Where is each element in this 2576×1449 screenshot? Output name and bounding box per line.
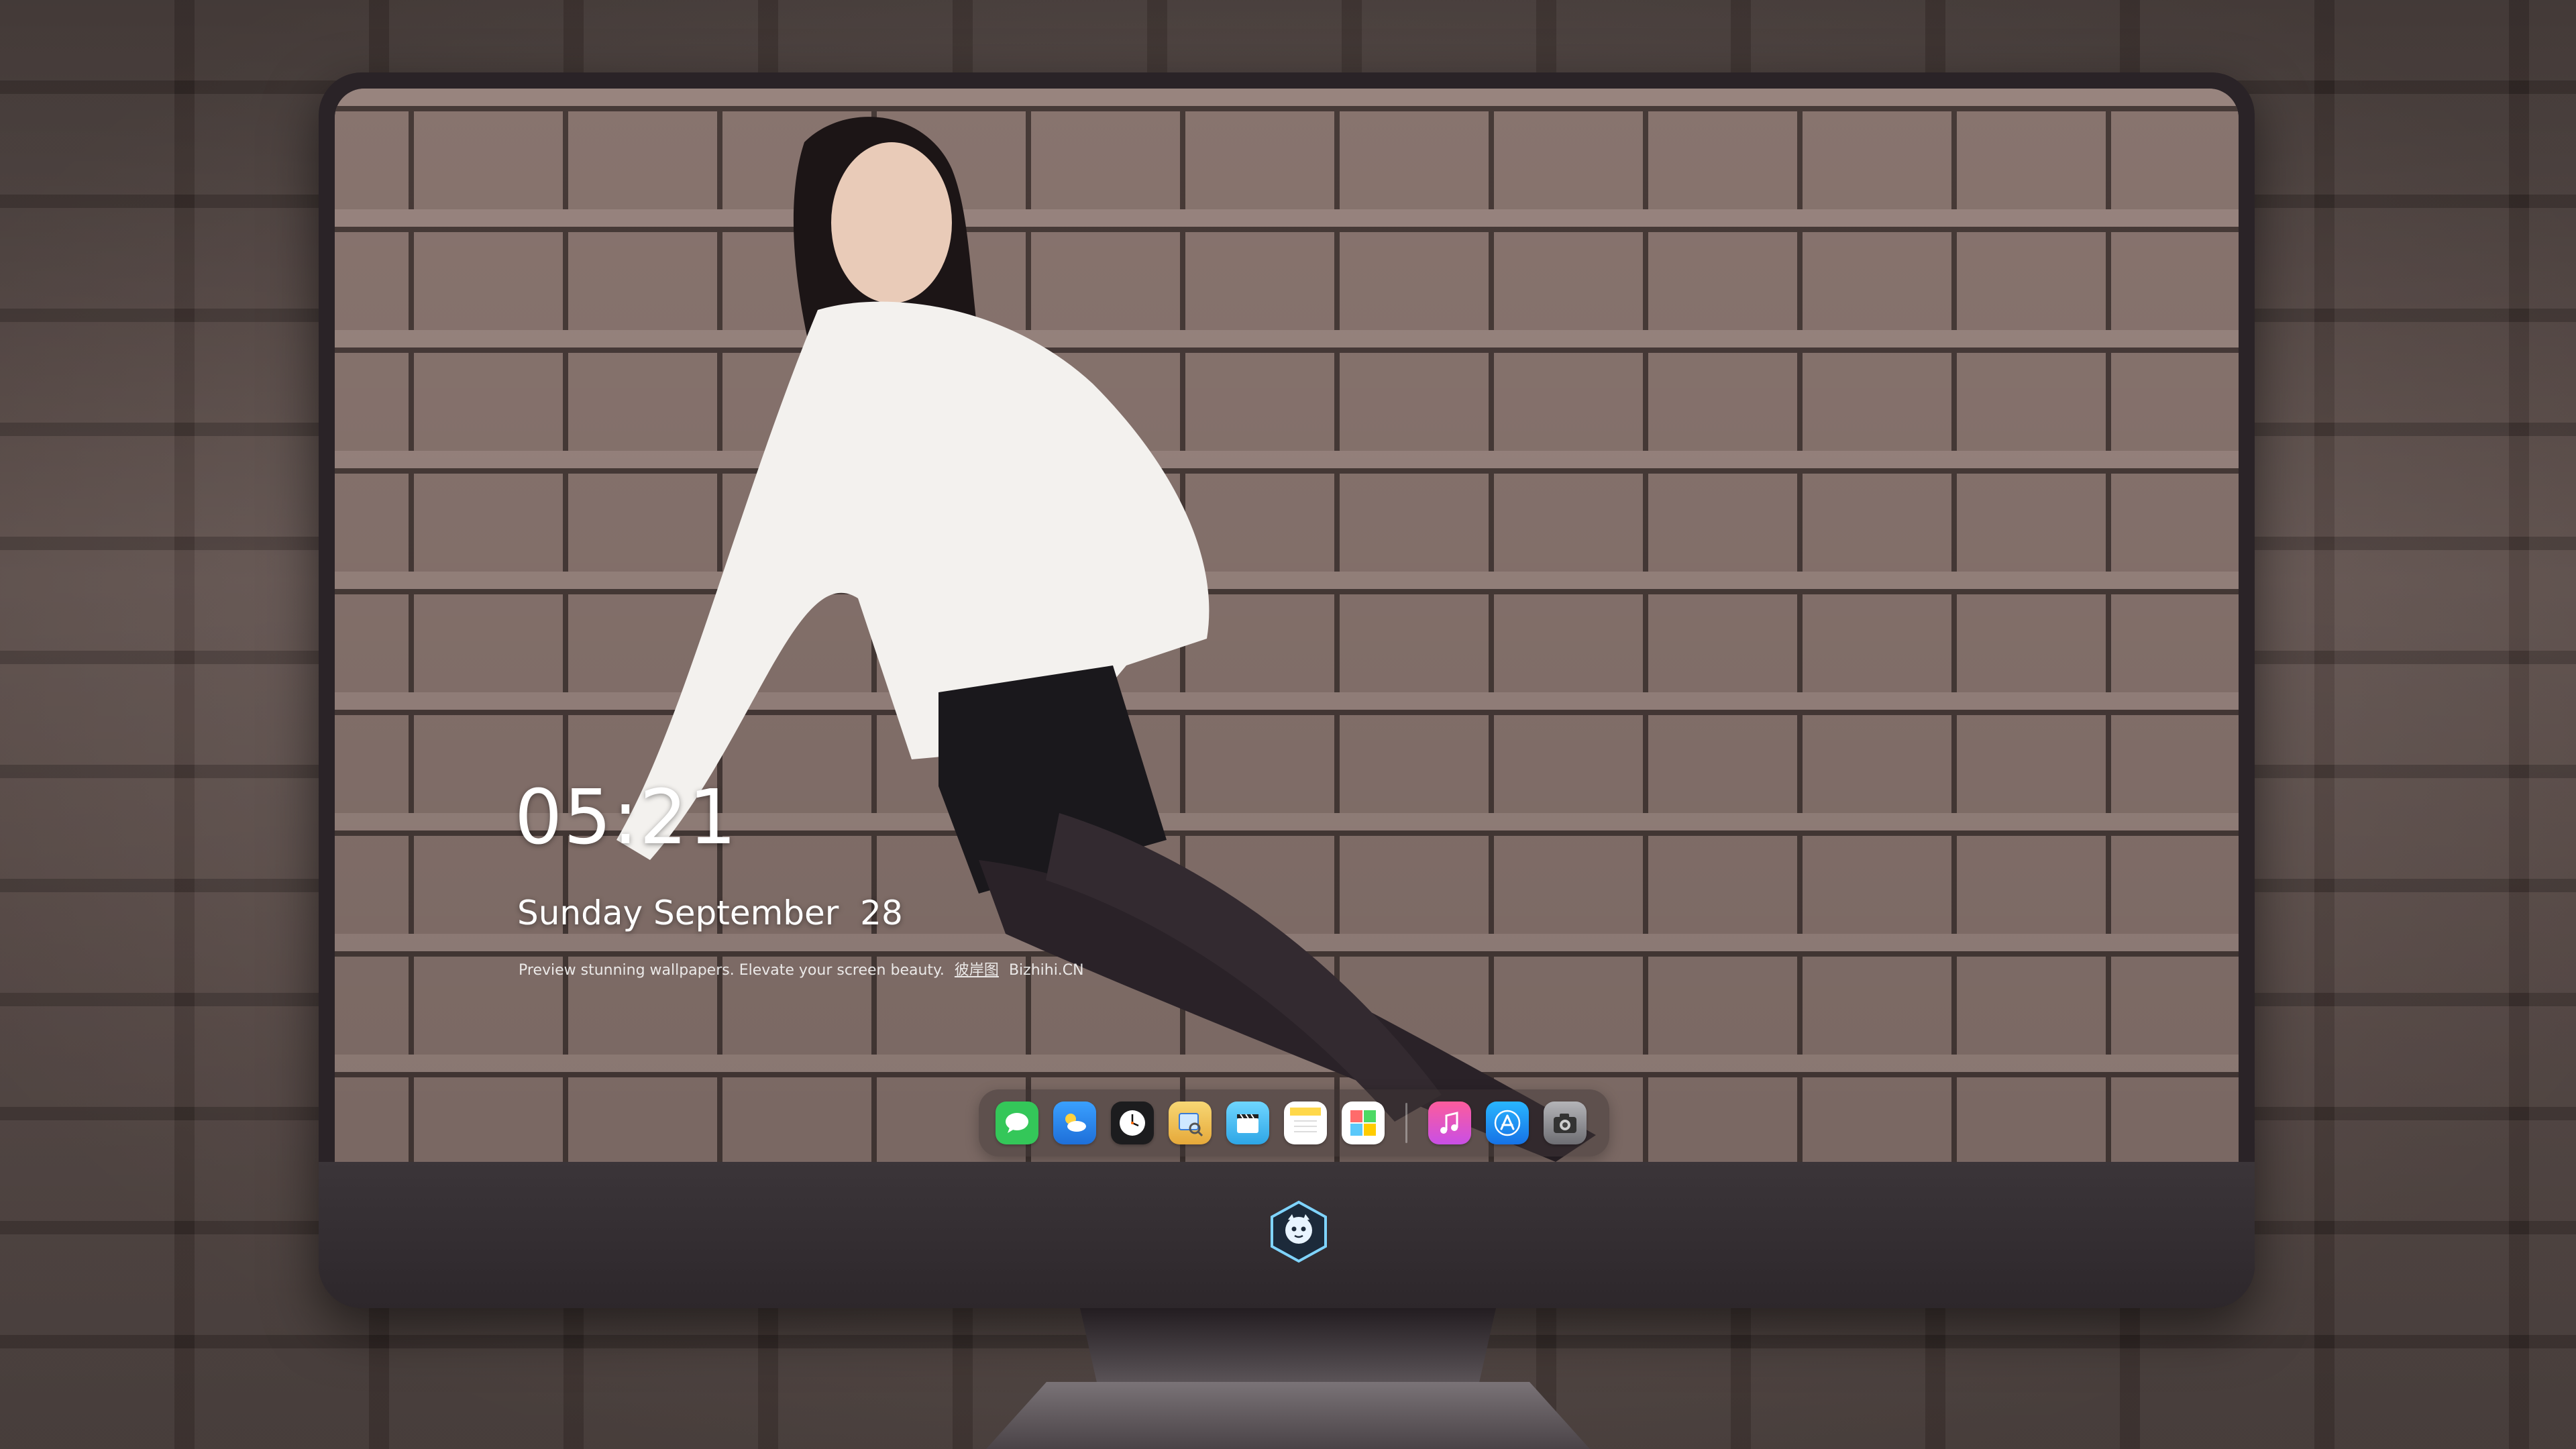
clock-icon — [1120, 1110, 1145, 1136]
lockscreen-date: Sunday September 28 — [517, 894, 903, 932]
photo-booth-icon — [1350, 1110, 1376, 1136]
monitor-stand-neck — [1080, 1308, 1496, 1382]
tagline-text: Preview stunning wallpapers. Elevate you… — [519, 962, 945, 979]
dock-app-clock[interactable] — [1111, 1102, 1154, 1144]
dock-app-music[interactable] — [1428, 1102, 1471, 1144]
tagline-site[interactable]: Bizhihi.CN — [1009, 962, 1084, 979]
camera-icon — [1554, 1114, 1576, 1133]
monitor-chin — [319, 1162, 2255, 1308]
dock-app-camera[interactable] — [1544, 1102, 1587, 1144]
dock-app-app-store[interactable] — [1486, 1102, 1529, 1144]
notes-icon — [1290, 1108, 1321, 1132]
clips-icon — [1237, 1114, 1258, 1133]
messages-icon — [1006, 1113, 1028, 1133]
wallpaper-image — [335, 89, 2239, 1162]
dock — [979, 1089, 1609, 1157]
lockscreen-time: 05:21 — [515, 774, 738, 861]
dock-app-notes[interactable] — [1284, 1102, 1327, 1144]
dock-app-photo-booth[interactable] — [1342, 1102, 1385, 1144]
preview-icon — [1179, 1113, 1203, 1137]
dock-app-preview[interactable] — [1169, 1102, 1212, 1144]
dock-divider — [1405, 1103, 1407, 1143]
brand-logo-icon — [1271, 1200, 1327, 1263]
dock-app-weather[interactable] — [1053, 1102, 1096, 1144]
weather-icon — [1065, 1114, 1086, 1132]
app-store-icon — [1494, 1110, 1521, 1136]
dock-app-clips[interactable] — [1226, 1102, 1269, 1144]
monitor-stand-base — [986, 1382, 1590, 1449]
music-icon — [1440, 1112, 1458, 1134]
desktop-screen: 05:21 Sunday September 28 Preview stunni… — [335, 89, 2239, 1162]
dock-app-messages[interactable] — [996, 1102, 1038, 1144]
tagline-link-cn[interactable]: 彼岸图 — [955, 962, 999, 979]
lockscreen-tagline: Preview stunning wallpapers. Elevate you… — [519, 958, 1084, 979]
monitor-frame: 05:21 Sunday September 28 Preview stunni… — [319, 72, 2255, 1308]
